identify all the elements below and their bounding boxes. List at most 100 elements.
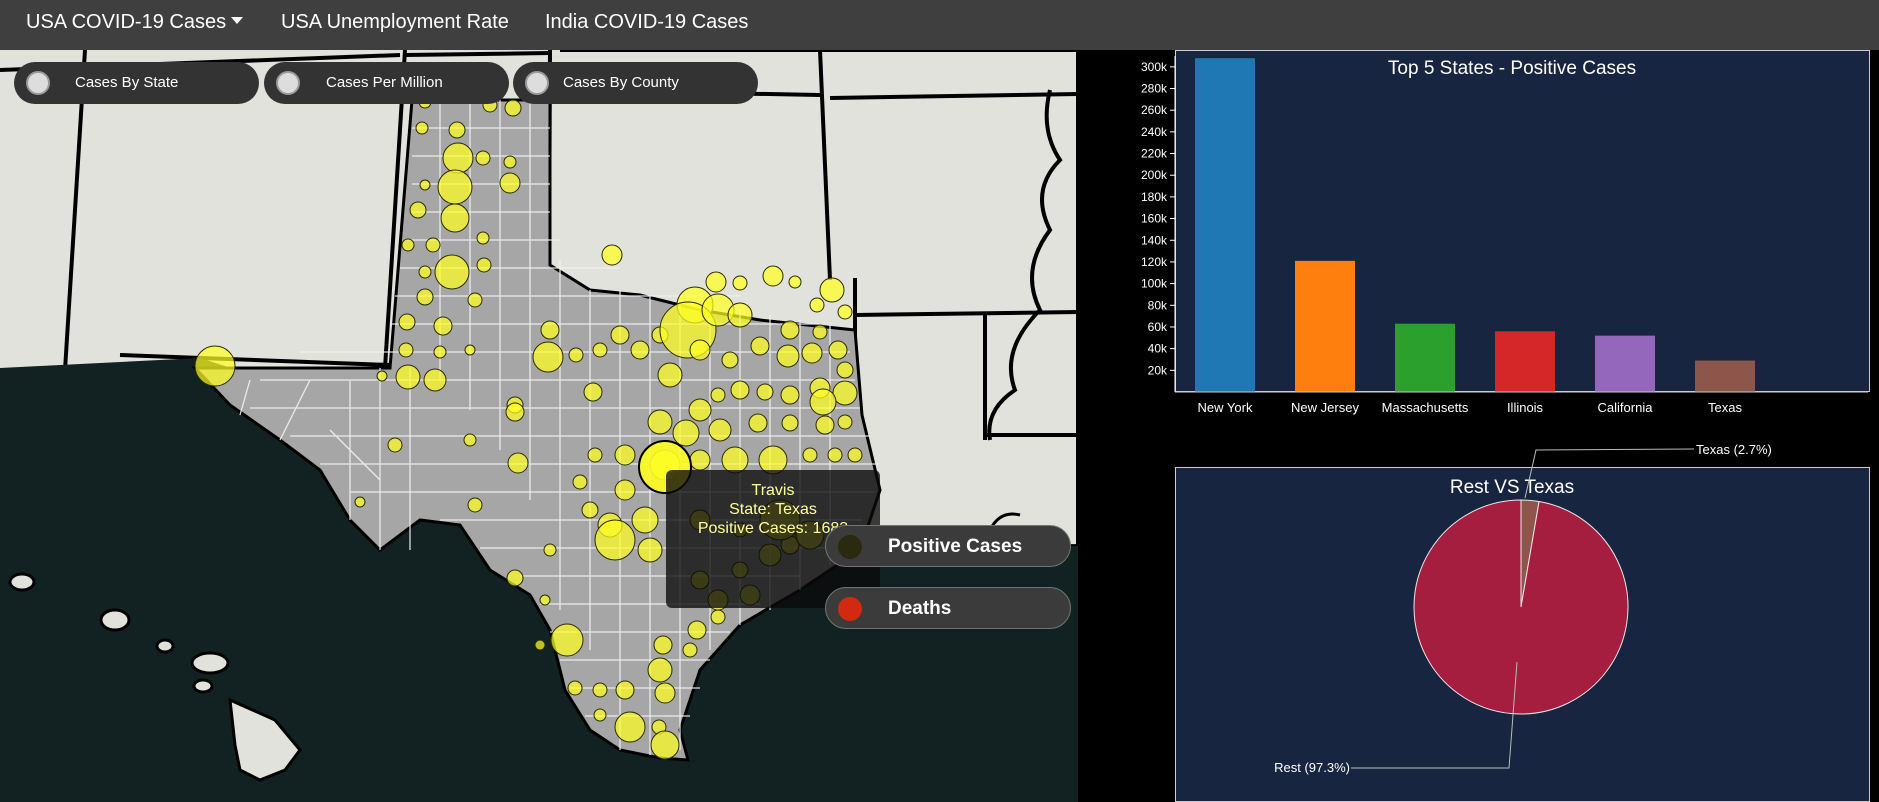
county-bubble[interactable] [689,339,711,361]
county-bubble[interactable] [732,275,748,291]
county-bubble[interactable] [505,402,525,422]
county-bubble[interactable] [672,419,700,447]
county-bubble[interactable] [731,561,749,579]
county-bubble[interactable] [708,418,732,442]
county-bubble[interactable] [812,324,828,340]
county-bubble[interactable] [788,275,802,289]
county-bubble[interactable] [650,730,680,760]
county-bubble[interactable] [827,447,843,463]
county-bubble[interactable] [690,570,710,590]
county-bubble[interactable] [802,447,818,463]
county-bubble[interactable] [654,682,676,704]
county-bubble[interactable] [409,201,427,219]
county-bubble[interactable] [442,142,474,174]
county-bubble[interactable] [630,340,650,360]
county-bubble[interactable] [567,680,583,696]
county-bubble[interactable] [583,382,603,402]
county-bubble[interactable] [809,388,837,416]
toggle-cases-by-county[interactable]: Cases By County [513,62,758,104]
county-bubble[interactable] [507,452,529,474]
county-bubble[interactable] [415,121,429,135]
toggle-cases-per-million[interactable]: Cases Per Million [264,62,509,104]
county-bubble[interactable] [425,237,441,253]
nav-usa-covid-cases[interactable]: USA COVID-19 Cases [26,0,244,44]
county-bubble[interactable] [594,519,636,561]
county-bubble[interactable] [440,203,470,233]
county-bubble[interactable] [376,370,388,382]
county-bubble[interactable] [756,383,774,401]
county-bubble[interactable] [727,302,753,328]
county-bubble[interactable] [581,501,599,519]
county-bubble[interactable] [506,569,524,587]
county-bubble[interactable] [592,342,608,358]
pie-slice[interactable] [1413,499,1629,715]
county-bubble[interactable] [592,682,608,698]
county-bubble[interactable] [828,340,848,360]
county-bubble[interactable] [503,155,517,169]
county-bubble[interactable] [543,543,557,557]
county-bubble[interactable] [614,479,636,501]
bar[interactable] [1695,360,1755,392]
county-bubble[interactable] [437,169,473,205]
county-bubble[interactable] [795,520,825,550]
county-bubble[interactable] [837,304,853,320]
county-bubble[interactable] [657,362,683,388]
county-bubble[interactable] [433,316,453,336]
county-bubble[interactable] [637,537,663,563]
county-bubble[interactable] [615,680,635,700]
county-bubble[interactable] [434,254,470,290]
county-bubble[interactable] [539,594,551,606]
county-bubble[interactable] [819,277,845,303]
county-bubble[interactable] [601,244,623,266]
county-bubble[interactable] [687,620,707,640]
county-bubble[interactable] [401,238,415,252]
county-bubble[interactable] [759,499,801,541]
county-bubble[interactable] [568,347,584,363]
county-bubble[interactable] [433,345,447,359]
highlighted-county-bubble[interactable] [638,440,692,494]
county-bubble[interactable] [653,635,673,655]
county-bubble[interactable] [748,413,768,433]
county-bubble[interactable] [593,708,607,722]
legend-deaths-button[interactable]: Deaths [825,587,1071,629]
bar[interactable] [1295,260,1355,392]
bar[interactable] [1395,323,1455,392]
county-bubble[interactable] [398,313,416,331]
county-bubble[interactable] [689,449,711,471]
county-bubble[interactable] [540,320,560,340]
county-bubble[interactable] [682,642,698,658]
legend-positive-cases-button[interactable]: Positive Cases [825,525,1071,567]
county-bubble[interactable] [776,344,800,368]
county-bubble[interactable] [416,288,434,306]
county-bubble[interactable] [688,398,712,422]
county-bubble[interactable] [572,474,588,490]
county-bubble[interactable] [467,292,483,308]
county-bubble[interactable] [194,345,236,387]
county-bubble[interactable] [809,297,825,313]
county-bubble[interactable] [801,342,823,364]
county-bubble[interactable] [707,589,729,611]
county-bubble[interactable] [532,341,564,373]
county-bubble[interactable] [395,364,421,390]
county-bubble[interactable] [815,415,835,435]
county-bubble[interactable] [534,639,546,651]
county-bubble[interactable] [758,543,782,567]
county-bubble[interactable] [647,409,673,435]
county-bubble[interactable] [499,172,521,194]
county-bubble[interactable] [710,609,726,625]
county-bubble[interactable] [837,414,853,430]
bar[interactable] [1195,58,1255,393]
county-bubble[interactable] [418,265,432,279]
county-bubble[interactable] [587,447,603,463]
county-bubble[interactable] [614,444,636,466]
county-bubble[interactable] [354,496,366,508]
county-bubble[interactable] [448,121,466,139]
county-bubble[interactable] [476,231,490,245]
county-bubble[interactable] [475,150,491,166]
nav-india-covid-cases[interactable]: India COVID-19 Cases [545,0,748,44]
county-bubble[interactable] [463,433,477,447]
bar[interactable] [1595,335,1655,392]
county-bubble[interactable] [476,257,492,273]
us-map[interactable] [0,50,1078,802]
county-bubble[interactable] [710,387,726,403]
